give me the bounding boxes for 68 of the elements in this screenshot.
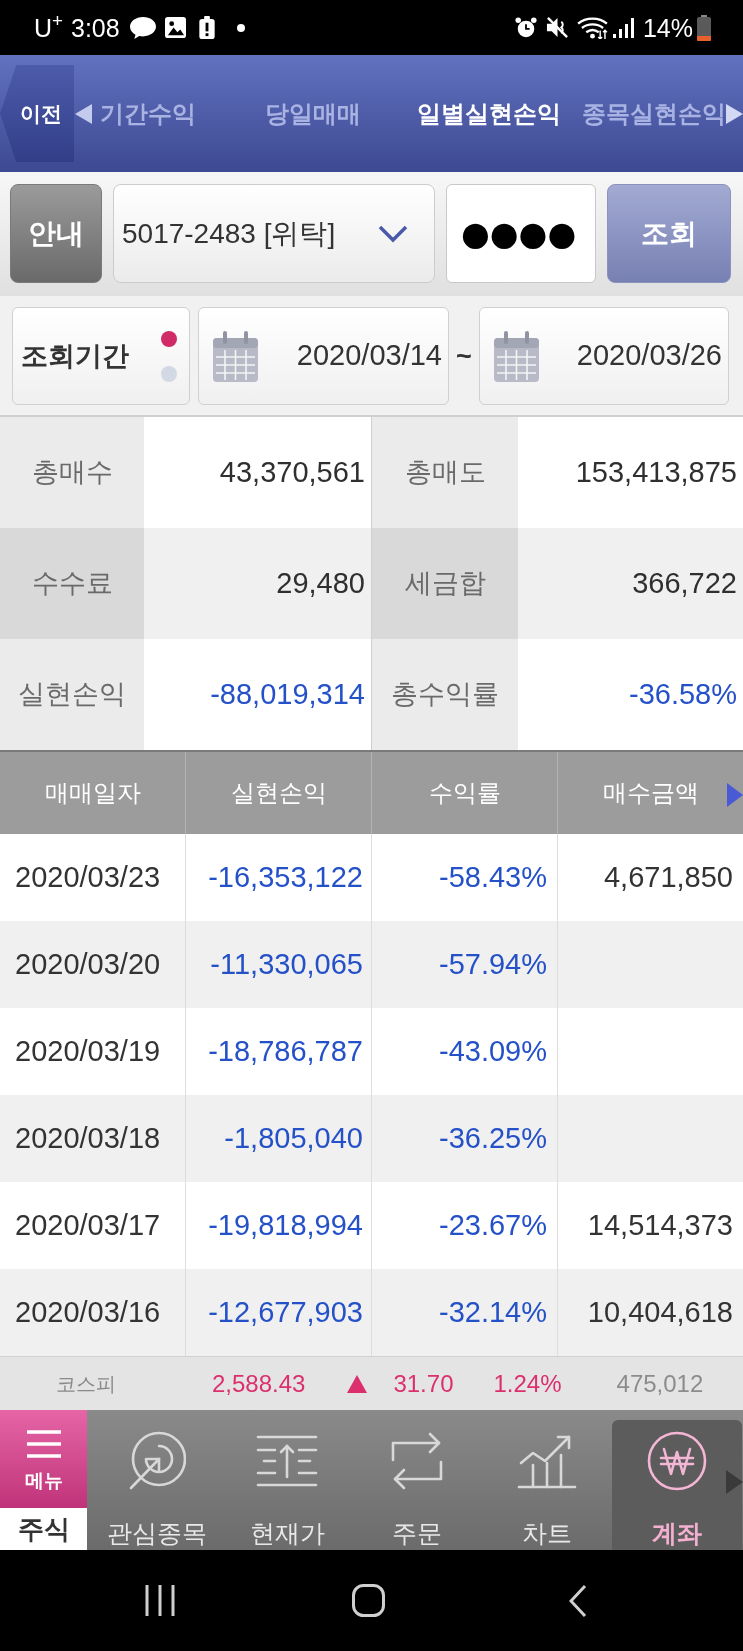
tab[interactable]: 종목실현손익: [582, 95, 726, 132]
option-dot-icon[interactable]: [161, 365, 177, 382]
target-arrow-icon: [128, 1431, 186, 1491]
clock-time: 3:08: [71, 12, 120, 43]
scroll-right-icon[interactable]: [726, 1470, 743, 1494]
column-header: 매매일자: [43, 778, 142, 808]
table-cell-text: 2020/03/20: [14, 946, 162, 982]
nav-tab[interactable]: 차트: [482, 1420, 612, 1550]
battery-percent: 14%: [642, 12, 693, 43]
image-icon: [164, 17, 186, 38]
end-date-field[interactable]: 2020/03/26: [479, 307, 729, 405]
battery-alert-icon: [198, 16, 215, 39]
table-cell-text: 2020/03/17: [14, 1207, 162, 1243]
summary-label: 실현손익: [0, 639, 144, 750]
chat-bubble-icon: [129, 16, 156, 39]
summary-label: 총매도: [371, 417, 518, 528]
info-button[interactable]: 안내: [10, 184, 102, 283]
battery-icon: [697, 14, 711, 41]
summary-label: 총수익률: [371, 639, 518, 750]
index-value: 2,588.43: [212, 1368, 306, 1399]
back-button[interactable]: 이전: [0, 65, 74, 162]
alarm-clock-icon: [514, 16, 537, 39]
back-icon[interactable]: [569, 1583, 587, 1618]
table-cell-text: 2020/03/23: [14, 859, 162, 895]
table-cell-text: 2020/03/16: [14, 1294, 162, 1330]
tab[interactable]: 일별실현손익: [417, 95, 582, 132]
option-dot-icon[interactable]: [161, 330, 177, 347]
summary-label: 수수료: [0, 528, 144, 639]
summary-label: 총매수: [0, 417, 144, 528]
section-label: 주식: [0, 1508, 87, 1550]
calendar-icon: [494, 330, 539, 382]
carrier-label: U$^{+}$: [34, 12, 63, 43]
home-icon[interactable]: [352, 1584, 385, 1617]
range-separator: ~: [455, 339, 473, 373]
menu-button[interactable]: 메뉴: [0, 1410, 87, 1508]
won-coin-icon: [647, 1431, 707, 1491]
calendar-icon: [213, 330, 258, 382]
wifi-icon: [576, 16, 608, 39]
account-dropdown[interactable]: 5017-2483 [위탁]: [113, 184, 435, 283]
search-button[interactable]: 조회: [607, 184, 731, 283]
table-cell-text: 2020/03/19: [14, 1033, 162, 1069]
nav-tab[interactable]: 현재가: [222, 1420, 352, 1550]
index-name: 코스피: [56, 1371, 116, 1397]
chevron-down-icon: [378, 224, 408, 243]
index-change-rate: 1.24%: [493, 1368, 562, 1399]
summary-label: 세금합: [371, 528, 518, 639]
mute-icon: [545, 16, 569, 39]
trading-volume: 475,012: [616, 1368, 704, 1399]
summary-value: 366,722: [518, 528, 743, 639]
nav-tab[interactable]: 관심종목: [92, 1420, 222, 1550]
bar-chart-icon: [517, 1433, 577, 1489]
password-field[interactable]: ●●●●: [446, 184, 596, 283]
index-change: 31.70: [393, 1368, 454, 1399]
nav-tab[interactable]: 주문: [352, 1420, 482, 1550]
period-label: 조회기간: [21, 339, 129, 373]
recent-apps-icon[interactable]: [145, 1585, 175, 1616]
dot-icon: [236, 23, 245, 32]
nav-tab[interactable]: 계좌: [612, 1420, 742, 1550]
start-date-field[interactable]: 2020/03/14: [198, 307, 449, 405]
table-cell-text: 2020/03/18: [14, 1120, 162, 1156]
scroll-right-icon[interactable]: [726, 103, 743, 124]
price-lines-icon: [256, 1435, 318, 1487]
summary-value: 29,480: [144, 528, 371, 639]
period-selector[interactable]: 조회기간: [12, 307, 190, 405]
menu-icon: [26, 1430, 61, 1458]
tab[interactable]: 당일매매: [265, 95, 417, 132]
signal-icon: [612, 17, 634, 38]
tab[interactable]: 기간수익: [100, 95, 265, 132]
